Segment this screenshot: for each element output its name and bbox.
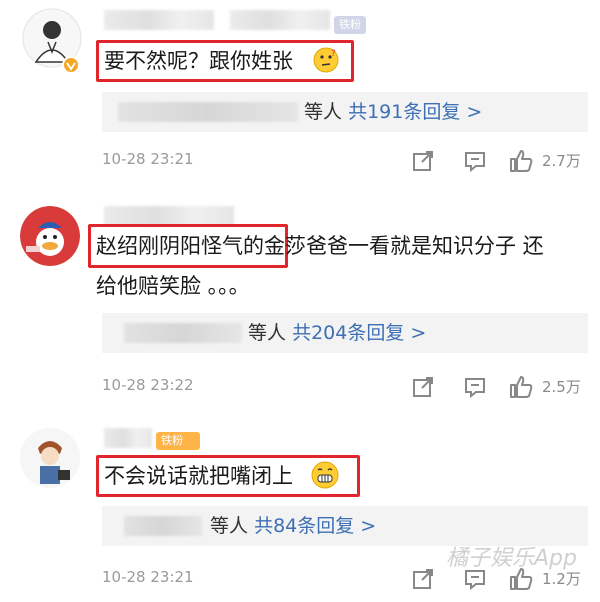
comment-text-line2: 给他赔笑脸 。。。 xyxy=(96,274,250,298)
verified-icon xyxy=(62,56,80,74)
timestamp: 10-28 23:21 xyxy=(102,568,194,586)
comment-icon[interactable] xyxy=(462,148,488,174)
like-count: 2.5万 xyxy=(542,378,581,396)
username-blurred[interactable] xyxy=(104,10,214,30)
avatar[interactable] xyxy=(20,206,80,266)
share-icon[interactable] xyxy=(410,566,436,592)
reply-text[interactable]: 等人 共191条回复 > xyxy=(304,98,482,126)
comment-text-rest: 金莎爸爸一看就是知识分子 还 xyxy=(264,234,544,258)
timestamp: 10-28 23:21 xyxy=(102,150,194,168)
comment-text: 要不然呢？跟你姓张 xyxy=(104,49,293,73)
grinning-face-icon xyxy=(310,460,340,490)
comment-meta: 10-28 23:21 2.7万 xyxy=(102,146,588,176)
username-blurred[interactable] xyxy=(104,428,152,448)
reply-names-blurred xyxy=(118,102,298,122)
thinking-face-icon: ? xyxy=(312,46,340,74)
highlighted-text: 赵绍刚阴阳怪气的 xyxy=(96,234,264,258)
username-blurred-2 xyxy=(230,10,330,30)
reply-summary[interactable]: 等人 共191条回复 > xyxy=(102,92,588,132)
avatar[interactable] xyxy=(20,428,80,488)
reply-names-blurred xyxy=(124,516,202,536)
timestamp: 10-28 23:22 xyxy=(102,376,194,394)
share-icon[interactable] xyxy=(410,148,436,174)
fan-badge: 铁粉 xyxy=(334,16,366,34)
svg-text:?: ? xyxy=(331,49,336,59)
watermark: 橘子娱乐App xyxy=(446,546,577,571)
share-icon[interactable] xyxy=(410,374,436,400)
fan-badge: 铁粉 xyxy=(156,432,200,450)
username-blurred[interactable] xyxy=(104,206,234,226)
comment-text: 赵绍刚阴阳怪气的金莎爸爸一看就是知识分子 还 xyxy=(96,231,544,261)
reply-summary[interactable]: 等人 共204条回复 > xyxy=(102,313,588,353)
comment-meta: 10-28 23:22 2.5万 xyxy=(102,372,588,402)
reply-text[interactable]: 等人 共84条回复 > xyxy=(210,512,376,540)
comment-icon[interactable] xyxy=(462,374,488,400)
like-icon[interactable] xyxy=(508,374,534,400)
reply-text[interactable]: 等人 共204条回复 > xyxy=(248,319,426,347)
comment-text: 不会说话就把嘴闭上 xyxy=(104,464,293,488)
like-count: 2.7万 xyxy=(542,152,581,170)
reply-names-blurred xyxy=(124,323,242,343)
like-icon[interactable] xyxy=(508,148,534,174)
